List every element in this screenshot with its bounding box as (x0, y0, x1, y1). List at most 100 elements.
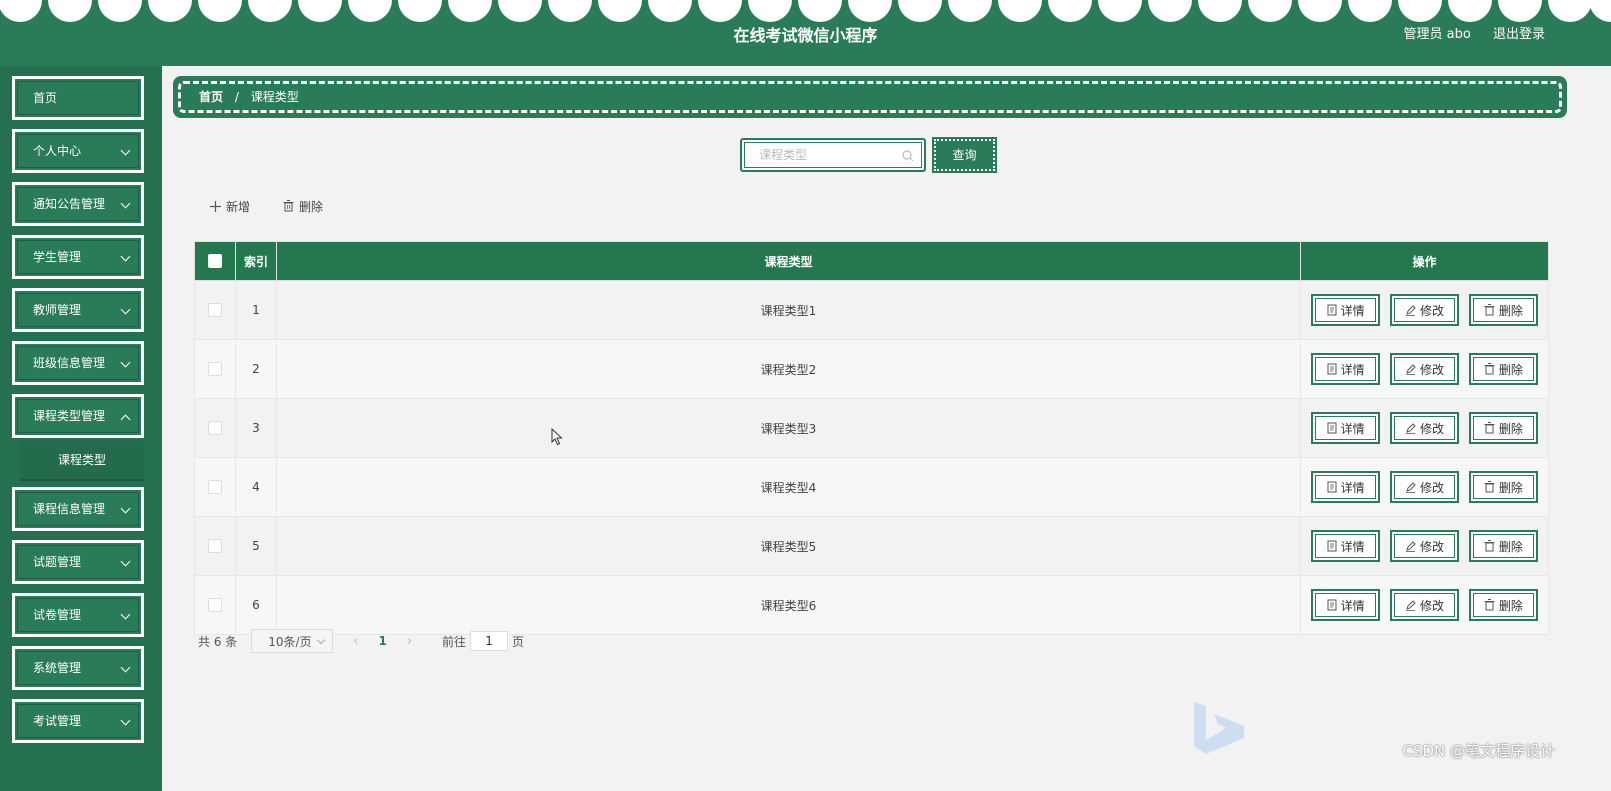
delete-button-inner: 删除 (1472, 357, 1534, 381)
detail-button-inner: 详情 (1315, 357, 1377, 381)
edit-button[interactable]: 修改 (1390, 471, 1459, 503)
row-checkbox[interactable] (208, 421, 222, 436)
edit-button[interactable]: 修改 (1390, 353, 1459, 385)
sidebar-item-label: 个人中心 (33, 144, 82, 158)
row-actions: 详情 修改 删除 (1300, 280, 1549, 340)
delete-button[interactable]: 删除 (1468, 471, 1538, 503)
search-icon (902, 150, 914, 162)
detail-button-inner: 详情 (1315, 534, 1377, 558)
sidebar-item-label: 试题管理 (33, 555, 82, 569)
sidebar-item-label: 首页 (33, 91, 58, 105)
edit-button-inner: 修改 (1394, 475, 1455, 499)
chevron-down-icon (120, 251, 131, 262)
document-icon (1327, 363, 1337, 375)
row-course-type: 课程类型2 (276, 339, 1301, 399)
chevron-down-icon (120, 662, 131, 673)
sidebar-item-exams[interactable]: 考试管理 (12, 699, 144, 743)
sidebar-item-label: 学生管理 (33, 250, 82, 264)
row-checkbox[interactable] (208, 598, 222, 613)
detail-button-label: 详情 (1340, 362, 1365, 377)
document-icon (1327, 599, 1337, 611)
delete-button[interactable]: 删除 (1468, 353, 1538, 385)
row-select-cell (194, 457, 236, 517)
chevron-up-icon (120, 414, 131, 425)
goto-page-input[interactable] (470, 631, 509, 651)
page-number-current[interactable]: 1 (378, 634, 386, 648)
select-all-checkbox[interactable] (208, 254, 222, 269)
delete-button-label: 删除 (1498, 362, 1523, 377)
edit-button-inner: 修改 (1394, 416, 1455, 440)
detail-button-inner: 详情 (1315, 475, 1377, 499)
edit-button[interactable]: 修改 (1390, 530, 1459, 562)
batch-delete-button[interactable]: 删除 (283, 197, 323, 215)
sidebar-item-course-types[interactable]: 课程类型管理 (12, 394, 144, 438)
delete-button[interactable]: 删除 (1468, 412, 1538, 444)
row-index: 3 (235, 398, 277, 458)
detail-button-inner: 详情 (1315, 416, 1377, 440)
sidebar-item-course-info[interactable]: 课程信息管理 (12, 487, 144, 531)
logout-button[interactable]: 退出登录 (1493, 27, 1545, 42)
search-box (740, 138, 926, 172)
prev-page-icon[interactable]: ‹ (353, 634, 358, 649)
detail-button[interactable]: 详情 (1311, 353, 1381, 385)
goto-unit: 页 (512, 634, 525, 649)
detail-button[interactable]: 详情 (1311, 530, 1381, 562)
row-index: 1 (235, 280, 277, 340)
sidebar-item-papers[interactable]: 试卷管理 (12, 593, 144, 637)
row-checkbox[interactable] (208, 480, 222, 495)
sidebar-item-personal-center[interactable]: 个人中心 (12, 129, 144, 173)
row-select-cell (194, 575, 236, 635)
sidebar-item-home[interactable]: 首页 (12, 76, 144, 120)
delete-button[interactable]: 删除 (1468, 589, 1538, 621)
chevron-down-icon (120, 556, 131, 567)
row-checkbox[interactable] (208, 362, 222, 377)
delete-button[interactable]: 删除 (1468, 294, 1538, 326)
delete-button-label: 删除 (1498, 303, 1523, 318)
sidebar-item-notice[interactable]: 通知公告管理 (12, 182, 144, 226)
edit-button[interactable]: 修改 (1390, 589, 1459, 621)
sidebar-item-label: 教师管理 (33, 303, 82, 317)
document-icon (1327, 540, 1337, 552)
next-page-icon[interactable]: › (407, 634, 412, 649)
detail-button-inner: 详情 (1315, 298, 1377, 322)
page-size-select[interactable]: 10条/页 (251, 629, 334, 653)
edit-button-label: 修改 (1419, 362, 1444, 377)
batch-delete-label: 删除 (299, 199, 324, 214)
row-checkbox[interactable] (208, 539, 222, 554)
trash-icon (1484, 363, 1495, 375)
detail-button[interactable]: 详情 (1311, 471, 1381, 503)
detail-button[interactable]: 详情 (1311, 412, 1381, 444)
sidebar: 首页 个人中心 通知公告管理 学生管理 教师管理 班级信息管理 课程类型管理 课… (0, 66, 162, 791)
sidebar-item-questions[interactable]: 试题管理 (12, 540, 144, 584)
sidebar-item-students[interactable]: 学生管理 (12, 235, 144, 279)
row-checkbox[interactable] (208, 303, 222, 318)
edit-button-label: 修改 (1419, 480, 1444, 495)
breadcrumb: 首页 / 课程类型 (173, 76, 1567, 118)
detail-button-inner: 详情 (1315, 593, 1377, 617)
delete-button-label: 删除 (1498, 480, 1523, 495)
detail-button[interactable]: 详情 (1311, 294, 1381, 326)
table-header-row: 索引 课程类型 操作 (194, 241, 1549, 281)
sidebar-item-classes[interactable]: 班级信息管理 (12, 341, 144, 385)
chevron-down-icon (120, 198, 131, 209)
add-button[interactable]: 新增 (210, 197, 250, 215)
sidebar-item-label: 系统管理 (33, 661, 82, 675)
search-input[interactable] (745, 143, 909, 167)
sidebar-item-teachers[interactable]: 教师管理 (12, 288, 144, 332)
trash-icon (1484, 422, 1495, 434)
user-area: 管理员 abo 退出登录 (1386, 23, 1545, 42)
table-row: 2 课程类型2 详情 修改 删除 (194, 339, 1549, 399)
edit-button-label: 修改 (1419, 539, 1444, 554)
edit-button-inner: 修改 (1394, 298, 1455, 322)
query-button[interactable]: 查询 (932, 137, 997, 173)
edit-button[interactable]: 修改 (1390, 412, 1459, 444)
breadcrumb-home[interactable]: 首页 (199, 90, 223, 104)
delete-button[interactable]: 删除 (1468, 530, 1538, 562)
edit-button[interactable]: 修改 (1390, 294, 1459, 326)
detail-button[interactable]: 详情 (1311, 589, 1381, 621)
sidebar-subitem-course-type[interactable]: 课程类型 (20, 441, 144, 481)
scallop-decoration (0, 0, 1611, 22)
sidebar-item-system[interactable]: 系统管理 (12, 646, 144, 690)
table-row: 6 课程类型6 详情 修改 删除 (194, 575, 1549, 635)
sidebar-item-label: 试卷管理 (33, 608, 82, 622)
